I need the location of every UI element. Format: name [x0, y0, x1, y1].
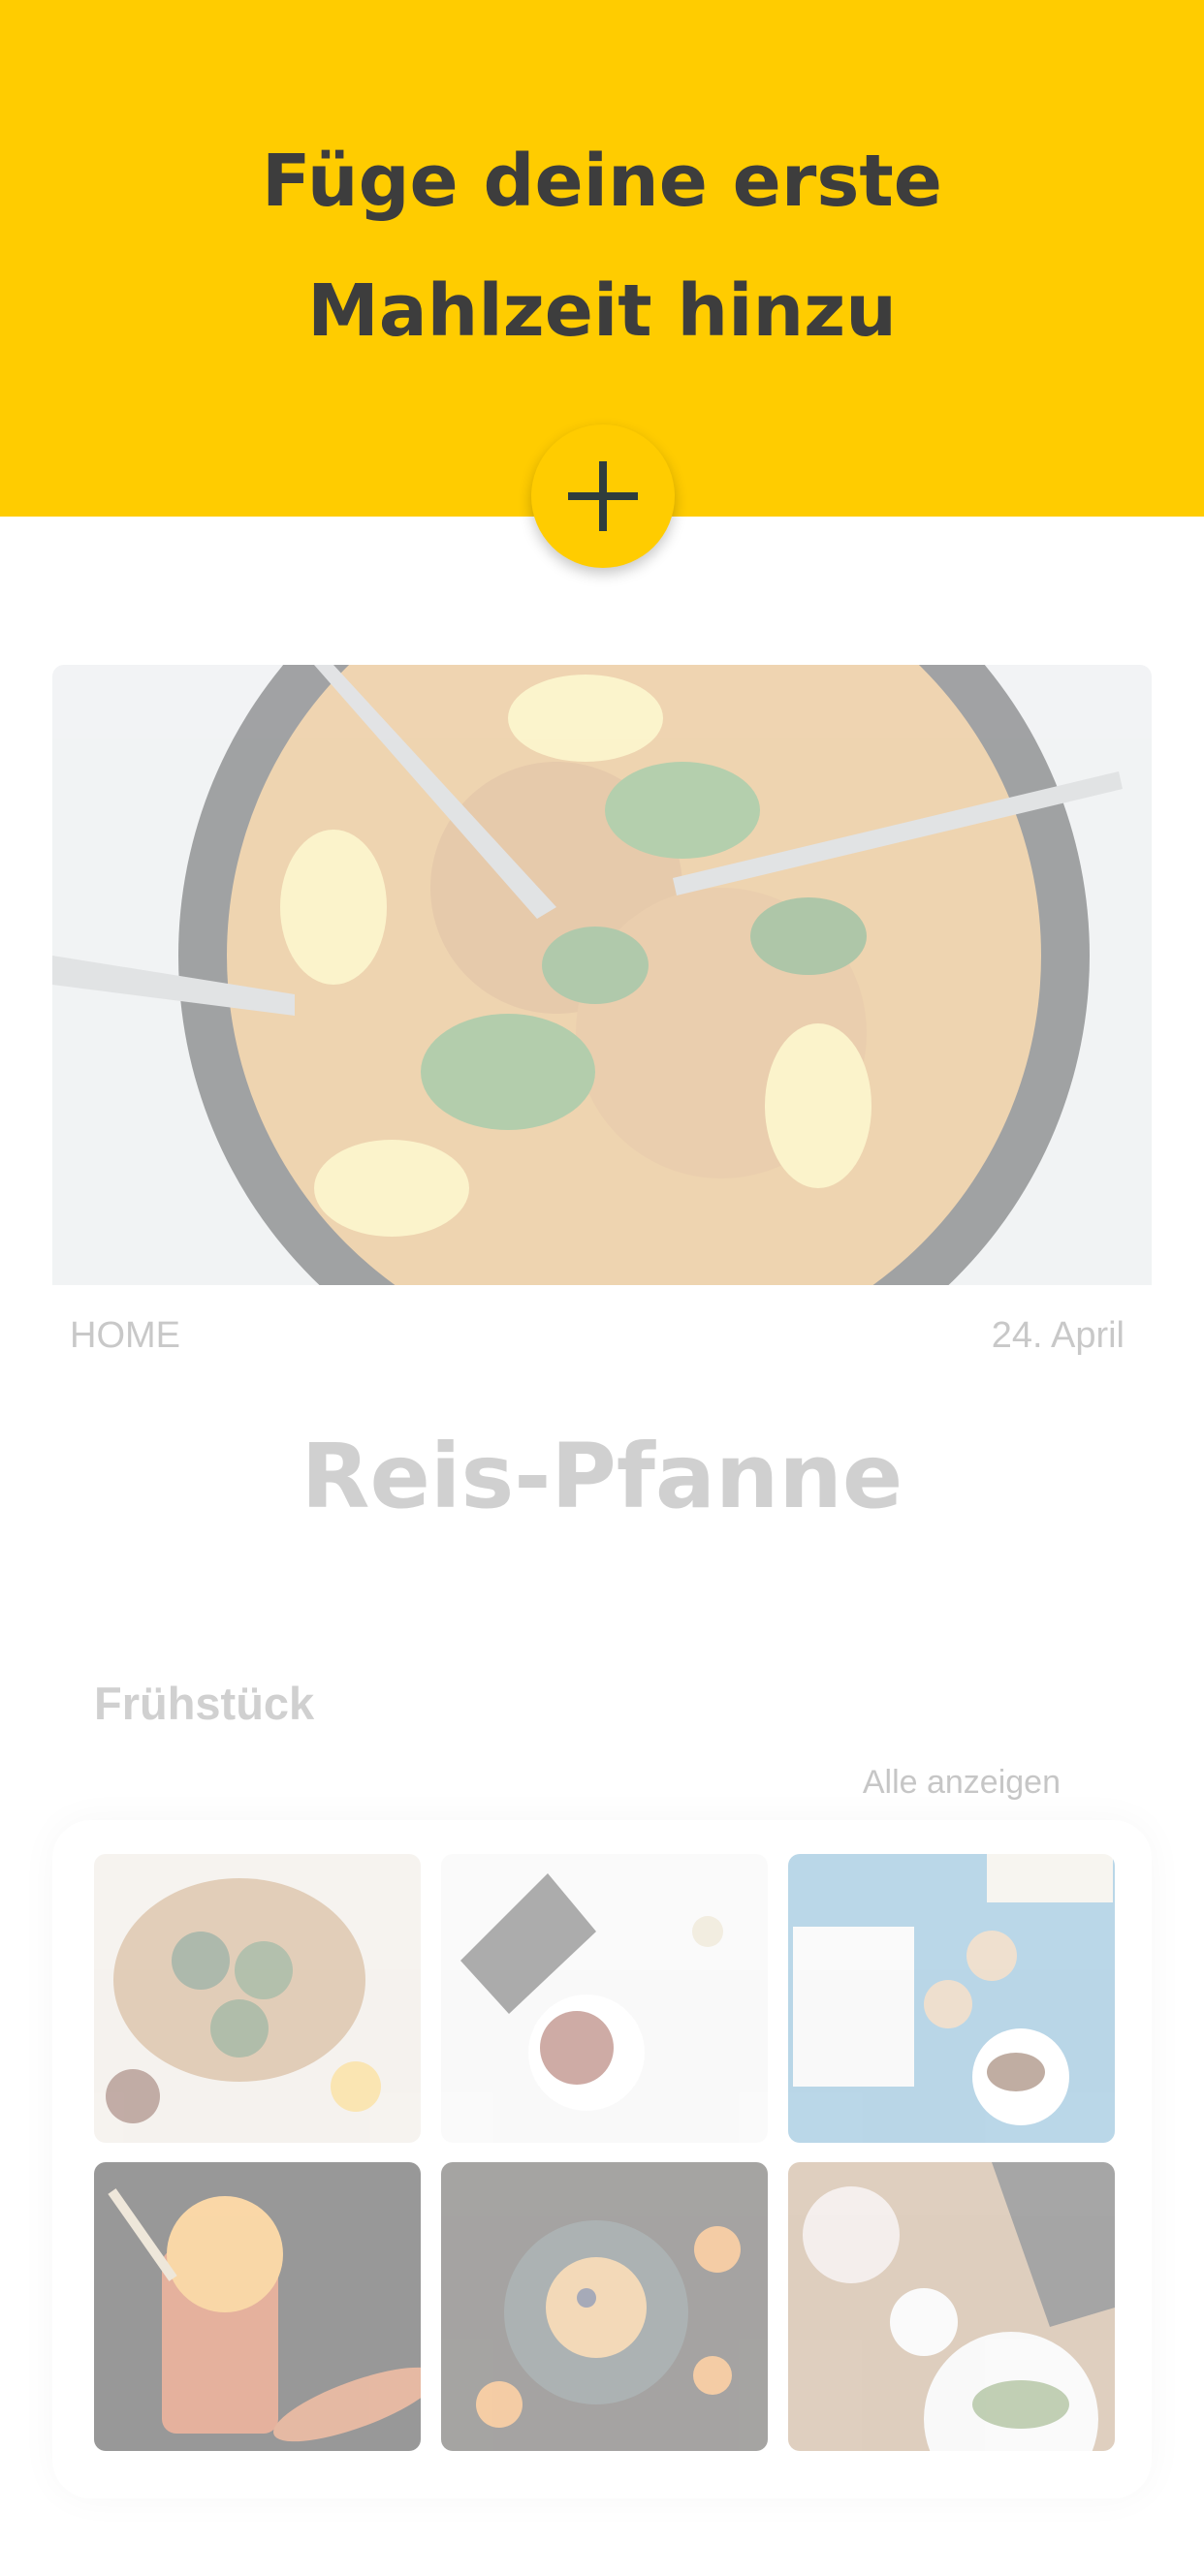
show-all-link[interactable]: Alle anzeigen	[863, 1764, 1061, 1802]
add-meal-button[interactable]	[531, 424, 675, 568]
thumbnail-image	[441, 1854, 768, 2143]
section-title-breakfast: Frühstück	[94, 1678, 315, 1729]
breakfast-thumbnail-5[interactable]	[441, 2162, 768, 2451]
thumbnail-image	[441, 2162, 768, 2451]
breakfast-thumbnail-2[interactable]	[441, 1854, 768, 2143]
featured-meal-card[interactable]	[52, 665, 1152, 1285]
breakfast-thumbnail-4[interactable]	[94, 2162, 421, 2451]
featured-meal-image	[52, 665, 1152, 1285]
thumbnail-image	[788, 1854, 1115, 2143]
meal-location-label: HOME	[70, 1315, 180, 1356]
plus-icon	[568, 461, 638, 531]
meal-date: 24. April	[991, 1315, 1125, 1356]
dish-title: Reis-Pfanne	[301, 1425, 903, 1528]
thumbnail-image	[94, 1854, 421, 2143]
header-title: Füge deine erste Mahlzeit hinzu	[0, 116, 1204, 376]
header-title-line1: Füge deine erste	[262, 140, 942, 223]
thumbnail-image	[94, 2162, 421, 2451]
breakfast-thumbnail-3[interactable]	[788, 1854, 1115, 2143]
header-title-line2: Mahlzeit hinzu	[307, 269, 897, 353]
breakfast-thumbnail-6[interactable]	[788, 2162, 1115, 2451]
thumbnail-image	[788, 2162, 1115, 2451]
breakfast-thumbnail-1[interactable]	[94, 1854, 421, 2143]
